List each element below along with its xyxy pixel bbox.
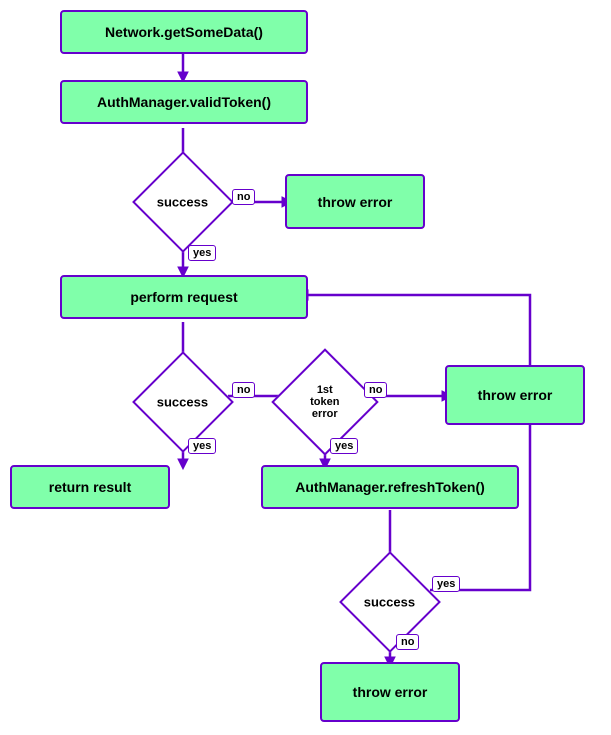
label-no-2: no xyxy=(232,382,255,398)
label-yes-1: yes xyxy=(188,245,216,261)
diamond-token-error: 1st token error xyxy=(285,362,365,442)
node-get-some-data: Network.getSomeData() xyxy=(60,10,308,54)
diamond-success-2: success xyxy=(143,362,223,442)
node-throw-error-1: throw error xyxy=(285,174,425,229)
flowchart: Network.getSomeData() AuthManager.validT… xyxy=(0,0,611,735)
label-no-4: no xyxy=(396,634,419,650)
diamond-success-3: success xyxy=(350,562,430,642)
label-no-3: no xyxy=(364,382,387,398)
node-return-result: return result xyxy=(10,465,170,509)
label-yes-3: yes xyxy=(330,438,358,454)
node-throw-error-3: throw error xyxy=(320,662,460,722)
diamond-success-1: success xyxy=(143,162,223,242)
label-yes-4: yes xyxy=(432,576,460,592)
node-perform-request: perform request xyxy=(60,275,308,319)
node-throw-error-2: throw error xyxy=(445,365,585,425)
node-refresh-token: AuthManager.refreshToken() xyxy=(261,465,519,509)
node-valid-token: AuthManager.validToken() xyxy=(60,80,308,124)
label-yes-2: yes xyxy=(188,438,216,454)
label-no-1: no xyxy=(232,189,255,205)
